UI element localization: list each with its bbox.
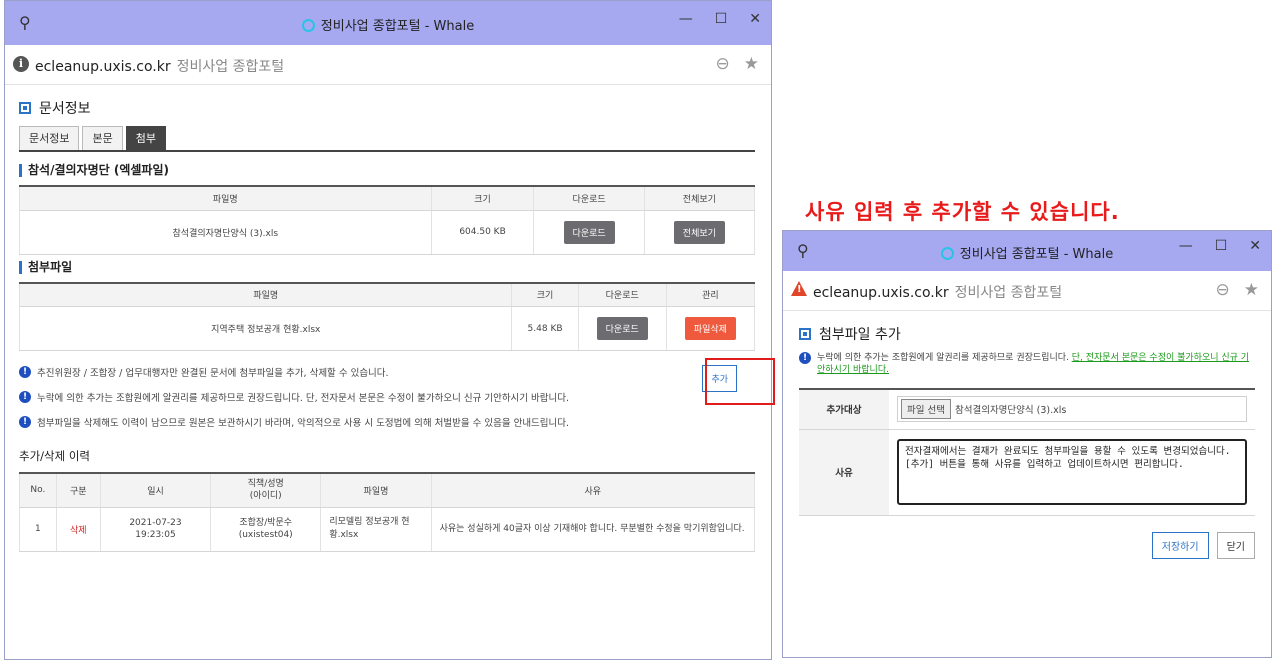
file-select-button[interactable]: 파일 선택 bbox=[901, 399, 951, 420]
save-button[interactable]: 저장하기 bbox=[1151, 531, 1209, 559]
col-download: 다운로드 bbox=[577, 281, 667, 307]
popup-titlebar: ⚲ 정비사업 종합포털 - Whale — ☐ ✕ bbox=[783, 231, 1271, 271]
history-file: 리모델링 정보공개 현황.xlsx bbox=[320, 507, 432, 552]
col-size: 크기 bbox=[430, 185, 534, 211]
col-person: 직책/성명 (아이디) bbox=[210, 472, 321, 508]
bookmark-star-icon[interactable]: ★ bbox=[1244, 280, 1259, 300]
url-text[interactable]: ecleanup.uxis.co.kr bbox=[813, 285, 949, 301]
window-title: 정비사업 종합포털 - Whale bbox=[320, 19, 475, 34]
history-reason: 사유는 성실하게 40글자 이상 기재해야 합니다. 무분별한 수정을 막기위함… bbox=[430, 507, 755, 552]
table-row: 지역주택 정보공개 현황.xlsx 5.48 KB 다운로드 파일삭제 bbox=[19, 306, 755, 351]
history-no: 1 bbox=[19, 507, 57, 552]
site-name: 정비사업 종합포털 bbox=[176, 59, 285, 75]
notice-item: ! 추진위원장 / 조합장 / 업무대행자만 완결된 문서에 첨부파일을 추가, … bbox=[19, 359, 755, 384]
tab-doc-info[interactable]: 문서정보 bbox=[19, 126, 80, 150]
attendance-table: 파일명 크기 다운로드 전체보기 참석결의자명단양식 (3).xls 604.5… bbox=[19, 185, 755, 255]
col-filename: 파일명 bbox=[19, 185, 432, 211]
notice-item: ! 누락에 의한 추가는 조합원에게 알권리를 제공하므로 권장드립니다. 단, … bbox=[19, 384, 755, 409]
col-no: No. bbox=[19, 472, 57, 508]
close-button[interactable]: 닫기 bbox=[1216, 531, 1255, 559]
attachments-table: 파일명 크기 다운로드 관리 지역주택 정보공개 현황.xlsx 5.48 KB… bbox=[19, 281, 755, 351]
attachments-title: 첨부파일 bbox=[19, 260, 755, 274]
tab-attachments[interactable]: 첨부 bbox=[125, 126, 166, 150]
history-title: 추가/삭제 이력 bbox=[19, 449, 91, 463]
col-manage: 관리 bbox=[665, 281, 755, 307]
history-type: 삭제 bbox=[55, 507, 101, 552]
col-reason: 사유 bbox=[430, 472, 755, 508]
minimize-icon[interactable]: — bbox=[1179, 238, 1193, 254]
main-titlebar: ⚲ 정비사업 종합포털 - Whale — ☐ ✕ bbox=[5, 1, 771, 45]
tab-body[interactable]: 본문 bbox=[82, 126, 123, 150]
reason-textarea[interactable]: 전자결재에서는 결재가 완료되도 첨부파일을 용할 수 있도록 변경되었습니다.… bbox=[897, 439, 1247, 505]
col-filename: 파일명 bbox=[19, 281, 512, 307]
notice-list: ! 추진위원장 / 조합장 / 업무대행자만 완결된 문서에 첨부파일을 추가, … bbox=[19, 359, 755, 434]
bookmark-star-icon[interactable]: ★ bbox=[744, 54, 759, 74]
file-input[interactable]: 파일 선택 참석결의자명단양식 (3).xls bbox=[897, 396, 1247, 423]
attendance-title: 참석/결의자명단 (엑셀파일) bbox=[19, 164, 755, 177]
reason-label: 사유 bbox=[799, 429, 889, 516]
main-window: ⚲ 정비사업 종합포털 - Whale — ☐ ✕ i ecleanup.uxi… bbox=[4, 0, 772, 660]
selected-file-name: 참석결의자명단양식 (3).xls bbox=[954, 405, 1067, 417]
file-size: 5.48 KB bbox=[511, 306, 579, 351]
target-label: 추가대상 bbox=[799, 388, 889, 430]
exclamation-icon: ! bbox=[19, 365, 31, 378]
address-bar: ! ecleanup.uxis.co.kr 정비사업 종합포털 ⊖ ★ bbox=[783, 271, 1271, 311]
table-row: 1 삭제 2021-07-23 19:23:05 조합장/박문수 (uxiste… bbox=[19, 507, 755, 552]
whale-logo-icon bbox=[940, 247, 954, 260]
site-name: 정비사업 종합포털 bbox=[954, 285, 1063, 301]
section-square-icon bbox=[19, 102, 31, 114]
headline-annotation: 사유 입력 후 추가할 수 있습니다. bbox=[805, 200, 1120, 224]
window-title: 정비사업 종합포털 - Whale bbox=[959, 247, 1114, 262]
main-content: 문서정보 문서정보 본문 첨부 참석/결의자명단 (엑셀파일) 파일명 크기 다… bbox=[5, 86, 771, 659]
file-name: 참석결의자명단양식 (3).xls bbox=[19, 210, 432, 255]
history-person: 조합장/박문수 (uxistest04) bbox=[210, 507, 321, 552]
info-icon[interactable]: i bbox=[13, 56, 29, 72]
address-bar: i ecleanup.uxis.co.kr 정비사업 종합포털 ⊖ ★ bbox=[5, 45, 771, 85]
zoom-out-icon[interactable]: ⊖ bbox=[1216, 280, 1230, 300]
section-square-icon bbox=[799, 328, 811, 340]
maximize-icon[interactable]: ☐ bbox=[1215, 238, 1228, 254]
url-text[interactable]: ecleanup.uxis.co.kr bbox=[35, 59, 171, 75]
highlight-box bbox=[705, 358, 775, 405]
minimize-icon[interactable]: — bbox=[679, 11, 693, 27]
file-name: 지역주택 정보공개 현황.xlsx bbox=[19, 306, 512, 351]
history-table: No. 구분 일시 직책/성명 (아이디) 파일명 사유 1 삭제 2021-0… bbox=[19, 472, 755, 552]
view-all-button[interactable]: 전체보기 bbox=[673, 220, 725, 244]
exclamation-icon: ! bbox=[799, 352, 811, 364]
whale-logo-icon bbox=[301, 19, 315, 32]
download-button[interactable]: 다운로드 bbox=[596, 317, 648, 340]
maximize-icon[interactable]: ☐ bbox=[715, 11, 728, 27]
col-download: 다운로드 bbox=[533, 185, 645, 211]
attach-popup-window: ⚲ 정비사업 종합포털 - Whale — ☐ ✕ ! ecleanup.uxi… bbox=[782, 230, 1272, 658]
col-date: 일시 bbox=[99, 472, 211, 508]
file-size: 604.50 KB bbox=[430, 210, 534, 255]
exclamation-icon: ! bbox=[19, 415, 31, 428]
tab-bar: 문서정보 본문 첨부 bbox=[19, 126, 755, 152]
history-date: 2021-07-23 19:23:05 bbox=[99, 507, 211, 552]
warning-icon[interactable]: ! bbox=[791, 281, 807, 296]
col-view: 전체보기 bbox=[643, 185, 755, 211]
zoom-out-icon[interactable]: ⊖ bbox=[716, 54, 730, 74]
close-icon[interactable]: ✕ bbox=[1249, 238, 1261, 254]
download-button[interactable]: 다운로드 bbox=[563, 220, 615, 244]
col-size: 크기 bbox=[511, 281, 579, 307]
col-type: 구분 bbox=[55, 472, 101, 508]
attach-form: 추가대상 파일 선택 참석결의자명단양식 (3).xls 사유 전자결재에서는 … bbox=[799, 388, 1255, 516]
popup-notice: ! 누락에 의한 추가는 조합원에게 알권리를 제공하므로 권장드립니다. 단,… bbox=[799, 352, 1255, 376]
col-filename: 파일명 bbox=[320, 472, 432, 508]
section-title: 문서정보 bbox=[39, 101, 91, 117]
exclamation-icon: ! bbox=[19, 390, 31, 403]
popup-content: 첨부파일 추가 ! 누락에 의한 추가는 조합원에게 알권리를 제공하므로 권장… bbox=[783, 312, 1271, 657]
delete-file-button[interactable]: 파일삭제 bbox=[684, 317, 736, 340]
close-icon[interactable]: ✕ bbox=[749, 11, 761, 27]
notice-item: ! 첨부파일을 삭제해도 이력이 남으므로 원본은 보관하시기 바라며, 악의적으… bbox=[19, 409, 755, 434]
section-title: 첨부파일 추가 bbox=[819, 327, 901, 343]
table-row: 참석결의자명단양식 (3).xls 604.50 KB 다운로드 전체보기 bbox=[19, 210, 755, 255]
